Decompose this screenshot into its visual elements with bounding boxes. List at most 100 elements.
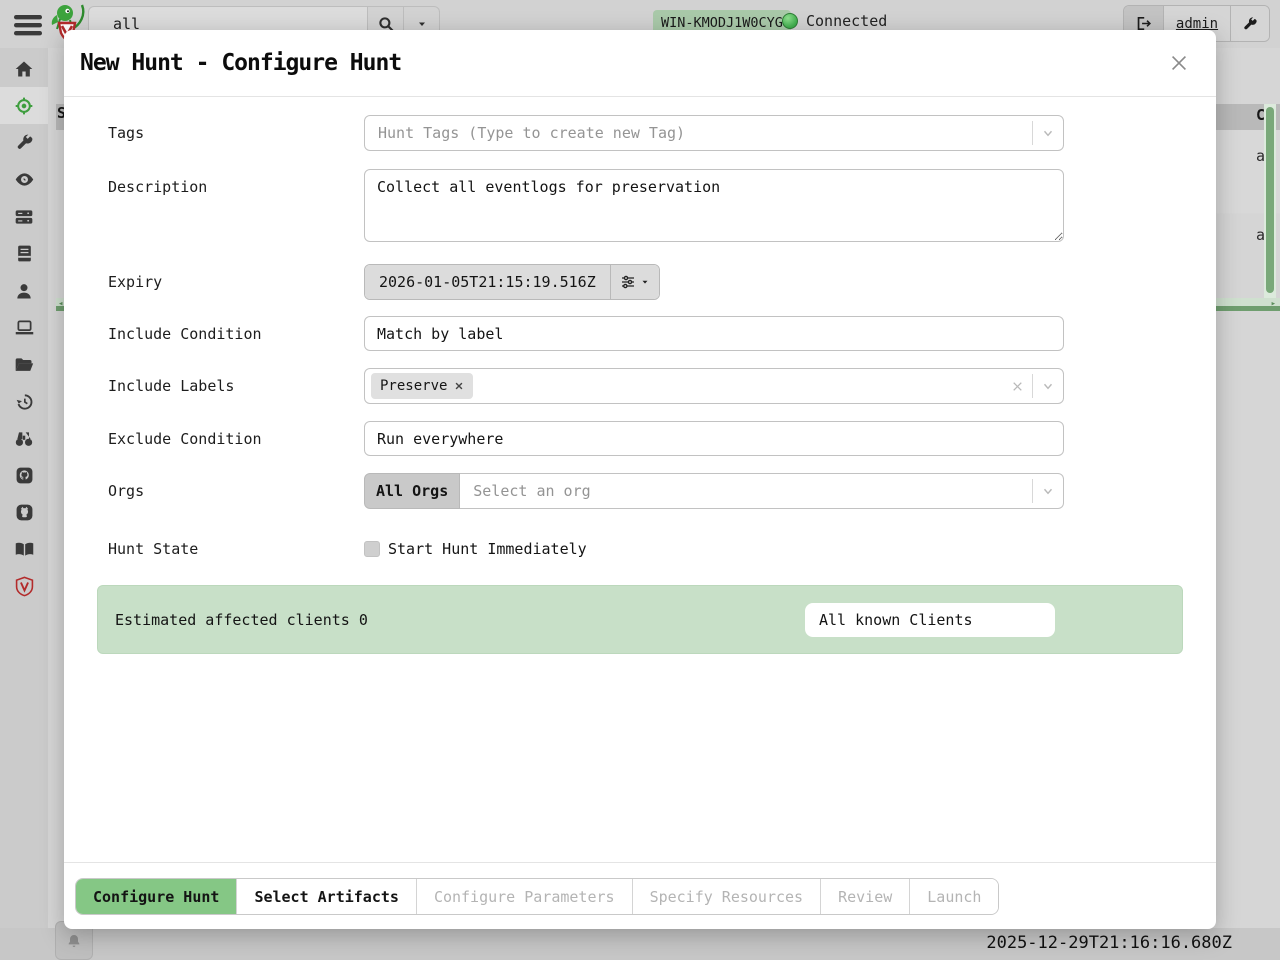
sidebar-item-hunt-manager[interactable]: [0, 87, 48, 124]
new-hunt-modal: New Hunt - Configure Hunt Tags Hunt Tags…: [64, 30, 1216, 929]
book-open-icon: [14, 539, 35, 560]
estimated-clients-text: Estimated affected clients 0: [115, 611, 368, 629]
include-condition-select[interactable]: [364, 316, 1064, 351]
expiry-label: Expiry: [80, 273, 364, 291]
settings-wrench-icon: [1242, 16, 1258, 32]
exclude-condition-select[interactable]: [364, 421, 1064, 456]
history-icon: [14, 392, 34, 412]
chevron-down-icon[interactable]: [1032, 121, 1063, 145]
include-condition-row: Include Condition: [80, 316, 1200, 351]
sidebar-item-search-binoculars[interactable]: [0, 420, 48, 457]
org-select[interactable]: Select an org: [460, 473, 1064, 509]
exclude-condition-label: Exclude Condition: [80, 430, 364, 448]
expiry-options-button[interactable]: [610, 265, 659, 299]
eye-icon: [14, 169, 35, 190]
hunt-tags-select[interactable]: Hunt Tags (Type to create new Tag): [364, 115, 1064, 151]
configure-hunt-form: Tags Hunt Tags (Type to create new Tag) …: [64, 97, 1216, 862]
sidebar-item-github-docs[interactable]: [0, 494, 48, 531]
step-launch[interactable]: Launch: [910, 879, 998, 914]
home-icon: [14, 59, 34, 79]
label-chip: Preserve: [371, 373, 473, 399]
sidebar-item-velociraptor-brand[interactable]: [0, 568, 48, 605]
chevron-down-icon[interactable]: [1032, 374, 1063, 398]
exclude-condition-row: Exclude Condition: [80, 421, 1200, 456]
description-label: Description: [80, 169, 364, 196]
close-icon: [1168, 52, 1192, 74]
sliders-icon: [620, 274, 636, 290]
table-horizontal-scrollbar-left[interactable]: ◂: [56, 298, 64, 311]
hunts-table-header-state: S: [56, 104, 64, 130]
sidebar-item-server-artifacts[interactable]: [0, 124, 48, 161]
sidebar-item-notebook[interactable]: [0, 235, 48, 272]
modal-title: New Hunt - Configure Hunt: [80, 50, 401, 76]
description-textarea[interactable]: Collect all eventlogs for preservation: [364, 169, 1064, 242]
sidebar-item-github[interactable]: [0, 457, 48, 494]
description-row: Description Collect all eventlogs for pr…: [80, 169, 1200, 246]
org-select-placeholder: Select an org: [460, 482, 1032, 500]
server-icon: [14, 207, 34, 227]
user-settings-button[interactable]: [1230, 6, 1269, 41]
include-condition-label: Include Condition: [80, 325, 364, 343]
status-bar: 2025-12-29T21:16:16.680Z: [0, 928, 1280, 960]
wizard-steps: Configure Hunt Select Artifacts Configur…: [75, 878, 999, 915]
step-configure-parameters[interactable]: Configure Parameters: [417, 879, 633, 914]
step-configure-hunt[interactable]: Configure Hunt: [76, 879, 237, 914]
include-labels-row: Include Labels Preserve: [80, 368, 1200, 404]
sidebar-item-documentation[interactable]: [0, 531, 48, 568]
connection-status-label: Connected: [806, 12, 887, 30]
wrench-icon: [15, 133, 34, 152]
modal-header: New Hunt - Configure Hunt: [64, 30, 1216, 97]
chevron-down-icon[interactable]: [1032, 479, 1063, 503]
remove-label-icon[interactable]: [454, 381, 464, 391]
estimated-clients-alert: Estimated affected clients 0 All known C…: [97, 585, 1183, 654]
sidebar-item-clients[interactable]: [0, 309, 48, 346]
start-hunt-checkbox-label: Start Hunt Immediately: [388, 540, 587, 558]
connected-dot-icon: [782, 13, 798, 29]
hamburger-menu-icon[interactable]: [12, 13, 46, 37]
expiry-datetime-button[interactable]: 2026-01-05T21:15:19.516Z: [365, 265, 610, 299]
all-orgs-toggle[interactable]: All Orgs: [364, 473, 460, 509]
client-scope-pill: All known Clients: [805, 603, 1055, 637]
caret-down-icon: [416, 18, 428, 30]
binoculars-icon: [14, 429, 34, 449]
sidebar-item-servers[interactable]: [0, 198, 48, 235]
folder-icon: [14, 355, 34, 375]
velociraptor-shield-icon: [15, 576, 34, 597]
expiry-row: Expiry 2026-01-05T21:15:19.516Z: [80, 264, 1200, 300]
include-labels-select[interactable]: Preserve: [364, 368, 1064, 404]
caret-down-icon: [640, 277, 650, 287]
table-horizontal-scrollbar[interactable]: ▸: [1216, 298, 1280, 311]
modal-close-button[interactable]: [1168, 51, 1192, 75]
notebook-icon: [15, 244, 34, 263]
server-time: 2025-12-29T21:16:16.680Z: [986, 933, 1232, 953]
orgs-label: Orgs: [80, 482, 364, 500]
sidebar-item-collected-history[interactable]: [0, 383, 48, 420]
sidebar: [0, 0, 48, 960]
table-row: [56, 130, 64, 298]
table-vertical-scrollbar[interactable]: [1264, 104, 1276, 298]
hunt-state-row: Hunt State Start Hunt Immediately: [80, 540, 1200, 558]
step-specify-resources[interactable]: Specify Resources: [633, 879, 822, 914]
tags-label: Tags: [80, 124, 364, 142]
include-labels-label: Include Labels: [80, 377, 364, 395]
bell-icon: [66, 933, 82, 949]
start-hunt-checkbox[interactable]: [364, 541, 380, 557]
clear-labels-icon[interactable]: [1003, 374, 1032, 398]
step-review[interactable]: Review: [821, 879, 910, 914]
connection-status: Connected: [782, 12, 887, 30]
sidebar-item-vfs[interactable]: [0, 346, 48, 383]
sidebar-item-notebooks-view[interactable]: [0, 161, 48, 198]
modal-footer: Configure Hunt Select Artifacts Configur…: [64, 862, 1216, 929]
tags-row: Tags Hunt Tags (Type to create new Tag): [80, 115, 1200, 151]
laptop-icon: [14, 317, 35, 338]
github-alt-icon: [15, 503, 34, 522]
orgs-row: Orgs All Orgs Select an org: [80, 473, 1200, 509]
hunt-state-label: Hunt State: [80, 540, 364, 558]
sidebar-item-users[interactable]: [0, 272, 48, 309]
sidebar-item-home[interactable]: [0, 50, 48, 87]
step-select-artifacts[interactable]: Select Artifacts: [237, 879, 417, 914]
label-chip-text: Preserve: [380, 378, 447, 394]
hunt-crosshair-icon: [14, 96, 34, 116]
github-icon: [15, 466, 34, 485]
user-icon: [14, 281, 34, 301]
